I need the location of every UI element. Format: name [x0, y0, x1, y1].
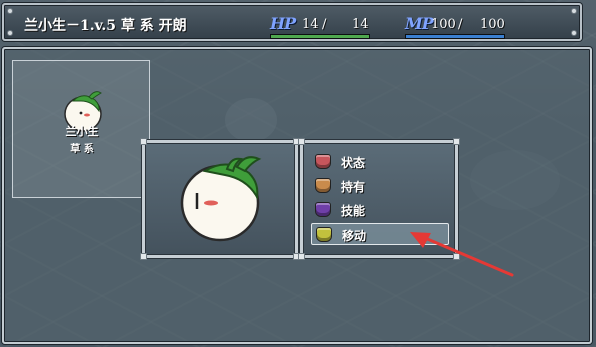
frame-stud [7, 30, 13, 36]
hp-current: 14 [302, 17, 319, 32]
party-pet-name: 兰小生 [65, 125, 99, 138]
hp-label: HP [270, 14, 296, 33]
mp-max: 100 [480, 17, 505, 32]
menu-item-label: 移动 [342, 229, 367, 243]
frame-corner [298, 138, 305, 145]
frame-corner [453, 138, 460, 145]
menu-item-status[interactable]: 状态 [311, 151, 449, 173]
frame-corner [453, 253, 460, 260]
hp-bar-fill [271, 35, 369, 38]
mp-bar-fill [406, 35, 504, 38]
pet-portrait-frame [140, 138, 300, 260]
menu-item-inventory[interactable]: 持有 [311, 175, 449, 197]
pet-title: 兰小生－1.v.5 草 系 开朗 [24, 18, 187, 34]
party-pet-type: 草 系 [70, 144, 94, 155]
mp-bar [405, 34, 505, 39]
menu-item-move[interactable]: 移动 [311, 223, 449, 245]
hp-max: 14 [352, 17, 369, 32]
party-slot[interactable]: 兰小生 草 系 [12, 60, 150, 198]
frame-corner [140, 138, 147, 145]
frame-stud [571, 8, 577, 14]
frame-corner [140, 253, 147, 260]
mp-label: MP [405, 14, 434, 33]
status-bar: 兰小生－1.v.5 草 系 开朗 HP 14 / 14 MP 100 / 100 [2, 3, 582, 41]
mp-separator: / [458, 17, 463, 32]
menu-item-label: 状态 [341, 156, 366, 170]
pet-portrait-sprite [180, 156, 262, 242]
potion-purple-icon [315, 202, 331, 217]
command-menu: 状态 持有 技能 移动 [298, 138, 460, 260]
potion-red-icon [315, 154, 331, 169]
menu-item-label: 技能 [341, 204, 366, 218]
potion-orange-icon [315, 178, 331, 193]
frame-stud [571, 30, 577, 36]
frame-stud [7, 8, 13, 14]
hp-bar [270, 34, 370, 39]
hp-separator: / [322, 17, 327, 32]
potion-yellow-icon [316, 227, 332, 242]
menu-item-skills[interactable]: 技能 [311, 199, 449, 221]
mp-current: 100 [431, 17, 456, 32]
menu-item-label: 持有 [341, 180, 366, 194]
frame-corner [298, 253, 305, 260]
